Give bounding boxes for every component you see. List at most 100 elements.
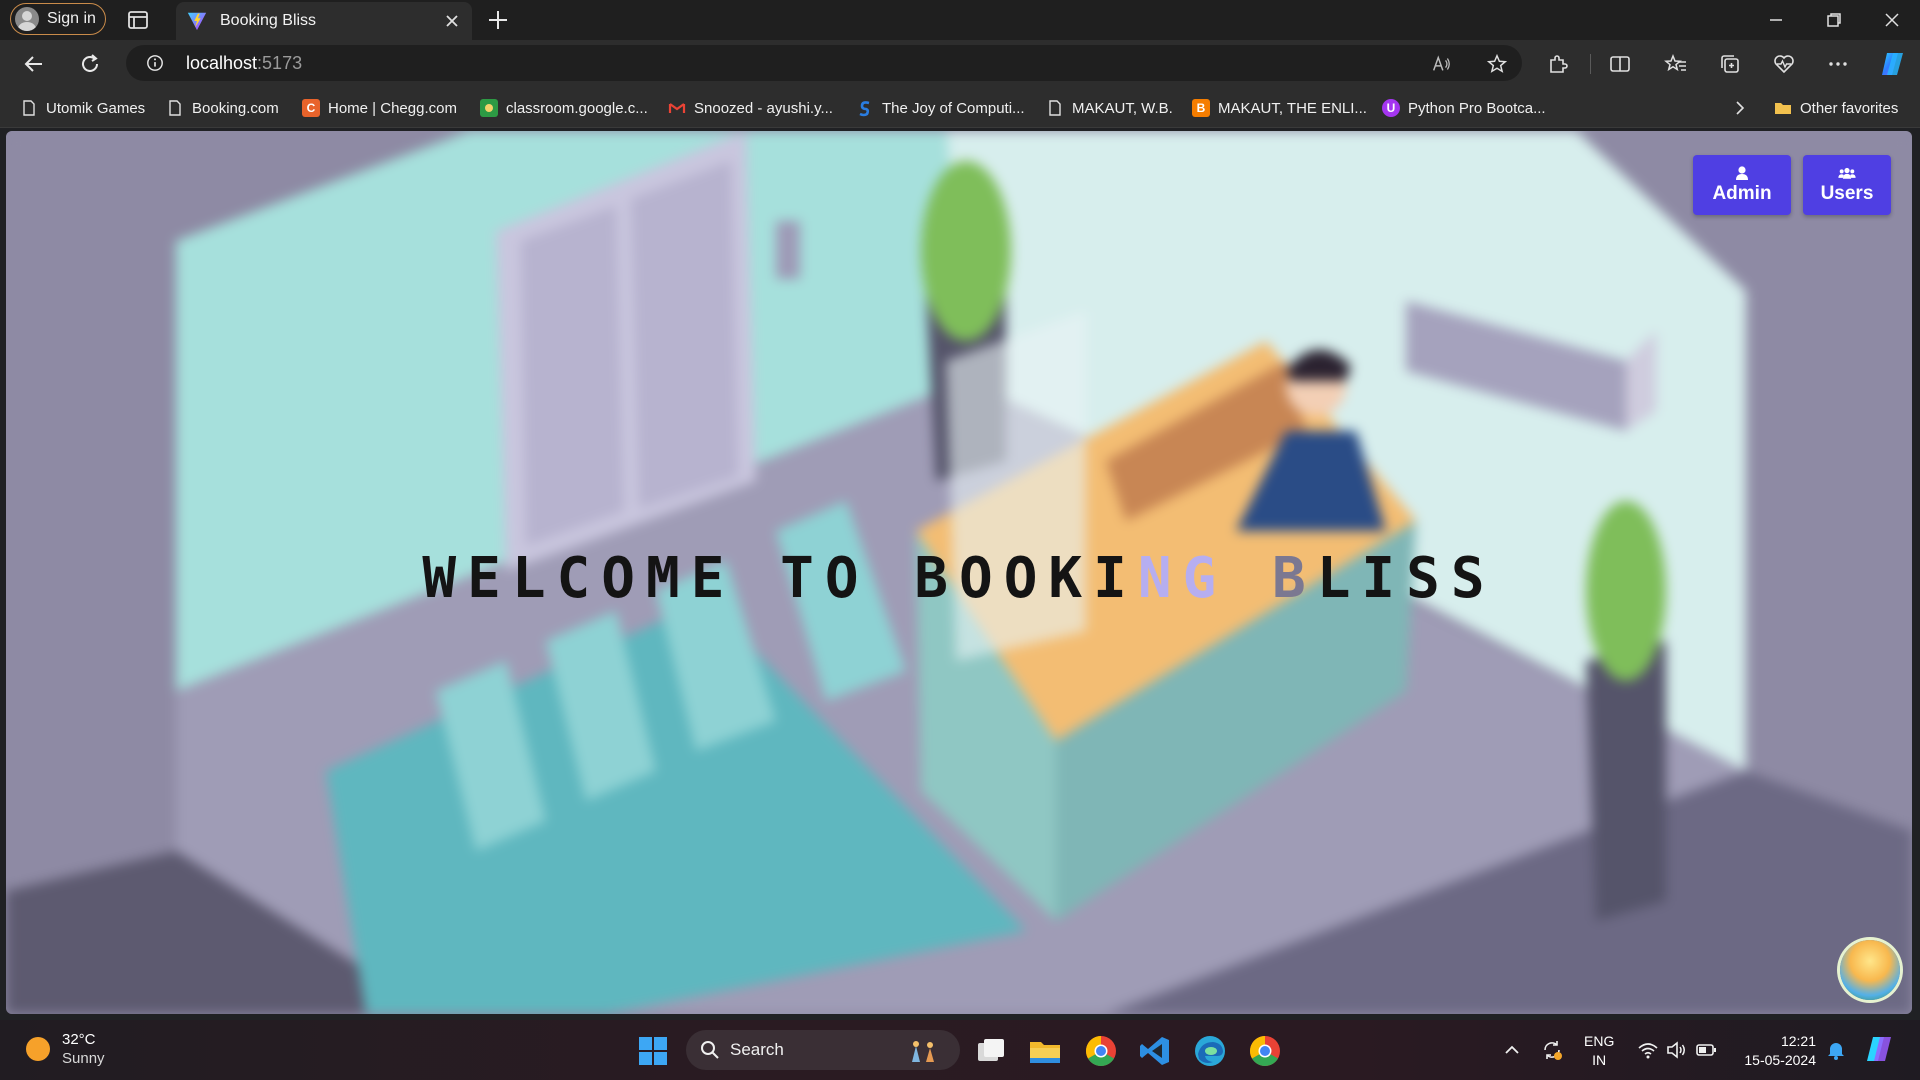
chrome-profile-icon[interactable] bbox=[1248, 1034, 1282, 1068]
navigation-bar: localhost:5173 bbox=[0, 40, 1920, 88]
users-label: Users bbox=[1820, 183, 1874, 204]
other-favorites-label: Other favorites bbox=[1800, 99, 1899, 117]
page-icon bbox=[1049, 100, 1061, 116]
tab-actions-icon[interactable] bbox=[126, 8, 150, 32]
vite-favicon-icon bbox=[187, 12, 207, 31]
bookmark-item[interactable]: U Python Pro Bootca... bbox=[1382, 96, 1546, 120]
reload-icon[interactable] bbox=[78, 52, 102, 76]
bookmarks-bar: Utomik Games Booking.com C Home | Chegg.… bbox=[0, 88, 1920, 128]
volume-icon[interactable] bbox=[1664, 1038, 1688, 1062]
read-aloud-icon[interactable] bbox=[1430, 53, 1452, 75]
tab-booking-bliss[interactable]: Booking Bliss bbox=[176, 2, 472, 40]
bookmark-item[interactable]: Booking.com bbox=[166, 96, 279, 120]
favorite-star-icon[interactable] bbox=[1486, 53, 1508, 75]
chevron-up-icon[interactable] bbox=[1500, 1038, 1524, 1062]
site-info-icon[interactable] bbox=[146, 54, 164, 72]
users-button[interactable]: Users bbox=[1803, 155, 1891, 215]
tab-title: Booking Bliss bbox=[220, 12, 317, 29]
vscode-icon[interactable] bbox=[1138, 1034, 1172, 1068]
gmail-icon bbox=[668, 103, 686, 113]
welcome-text-part2: NG bbox=[1137, 546, 1272, 611]
search-icon bbox=[701, 1041, 719, 1059]
swayam-icon bbox=[859, 101, 870, 117]
bookmark-item[interactable]: classroom.google.c... bbox=[480, 96, 648, 120]
bookmark-label: MAKAUT, W.B. bbox=[1072, 99, 1173, 117]
admin-label: Admin bbox=[1712, 183, 1772, 204]
new-tab-icon[interactable] bbox=[486, 8, 510, 32]
search-highlight-icon bbox=[912, 1041, 934, 1062]
bookmark-label: Booking.com bbox=[192, 99, 279, 117]
language-code: ENG bbox=[1584, 1033, 1615, 1049]
notification-bell-icon[interactable] bbox=[1824, 1038, 1848, 1062]
wifi-icon[interactable] bbox=[1636, 1038, 1660, 1062]
bookmark-item[interactable]: C Home | Chegg.com bbox=[302, 96, 457, 120]
folder-icon bbox=[1775, 103, 1791, 114]
bookmark-label: Utomik Games bbox=[46, 99, 146, 117]
page-icon bbox=[23, 100, 35, 116]
page-icon bbox=[169, 100, 181, 116]
back-arrow-icon[interactable] bbox=[22, 52, 46, 76]
bookmark-item[interactable]: B MAKAUT, THE ENLI... bbox=[1192, 96, 1367, 120]
file-explorer-icon[interactable] bbox=[1028, 1034, 1062, 1068]
chevron-right-icon[interactable] bbox=[1730, 98, 1750, 118]
temperature: 32°C bbox=[62, 1031, 96, 1048]
bookmark-label: The Joy of Computi... bbox=[882, 99, 1025, 117]
toolbar-divider bbox=[1590, 54, 1591, 74]
clock[interactable]: 12:21 15-05-2024 bbox=[1736, 1032, 1816, 1070]
bookmark-label: MAKAUT, THE ENLI... bbox=[1218, 99, 1367, 117]
bookmark-item[interactable]: Utomik Games bbox=[20, 96, 145, 120]
bookmark-label: Snoozed - ayushi.y... bbox=[694, 99, 833, 117]
collections-icon[interactable] bbox=[1718, 52, 1742, 76]
close-window-icon[interactable] bbox=[1880, 8, 1904, 32]
split-screen-icon[interactable] bbox=[1608, 52, 1632, 76]
other-favorites-folder[interactable]: Other favorites bbox=[1774, 96, 1898, 120]
bookmark-label: Python Pro Bootca... bbox=[1408, 99, 1546, 117]
region-code: IN bbox=[1592, 1052, 1607, 1068]
user-icon bbox=[1736, 166, 1748, 180]
url-port: :5173 bbox=[257, 53, 303, 73]
bookmark-label: classroom.google.c... bbox=[506, 99, 648, 117]
welcome-text-part1: WELCOME TO BOOKI bbox=[422, 546, 1138, 611]
minimize-icon[interactable] bbox=[1764, 8, 1788, 32]
weather-widget[interactable]: 32°C Sunny bbox=[26, 1030, 105, 1068]
profile-avatar-icon bbox=[15, 7, 39, 31]
browser-essentials-icon[interactable] bbox=[1772, 52, 1796, 76]
battery-icon[interactable] bbox=[1694, 1038, 1718, 1062]
users-group-icon bbox=[1838, 167, 1856, 179]
search-placeholder: Search bbox=[730, 1040, 784, 1059]
sign-in-label: Sign in bbox=[47, 10, 96, 27]
beach-chat-widget-icon[interactable] bbox=[1840, 940, 1900, 1000]
weather-condition: Sunny bbox=[62, 1050, 105, 1067]
edge-icon[interactable] bbox=[1193, 1034, 1227, 1068]
favorites-icon[interactable] bbox=[1664, 52, 1688, 76]
copilot-icon[interactable] bbox=[1878, 50, 1906, 78]
bookmark-item[interactable]: MAKAUT, W.B. bbox=[1046, 96, 1173, 120]
restore-icon[interactable] bbox=[1822, 8, 1846, 32]
task-view-icon[interactable] bbox=[974, 1034, 1008, 1068]
blogger-icon: B bbox=[1192, 99, 1210, 117]
more-options-icon[interactable] bbox=[1826, 52, 1850, 76]
chrome-icon[interactable] bbox=[1084, 1034, 1118, 1068]
language-indicator[interactable]: ENG IN bbox=[1584, 1032, 1614, 1070]
bookmark-item[interactable]: Snoozed - ayushi.y... bbox=[668, 96, 833, 120]
extensions-icon[interactable] bbox=[1546, 52, 1570, 76]
url-host: localhost bbox=[186, 53, 258, 73]
bookmark-item[interactable]: The Joy of Computi... bbox=[856, 96, 1025, 120]
clock-date: 15-05-2024 bbox=[1744, 1052, 1816, 1068]
copilot-taskbar-icon[interactable] bbox=[1864, 1034, 1894, 1064]
sign-in-button[interactable]: Sign in bbox=[10, 3, 106, 35]
taskbar: 32°C Sunny Search ENG IN 12:21 15-05-202… bbox=[0, 1020, 1920, 1080]
admin-button[interactable]: Admin bbox=[1693, 155, 1791, 215]
chegg-icon: C bbox=[302, 99, 320, 117]
sun-icon bbox=[26, 1037, 50, 1061]
bookmark-label: Home | Chegg.com bbox=[328, 99, 457, 117]
welcome-text-part3: B bbox=[1272, 546, 1317, 611]
taskbar-search[interactable]: Search bbox=[686, 1030, 960, 1070]
sync-icon[interactable] bbox=[1540, 1038, 1564, 1062]
page-viewport: WELCOME TO BOOKING BLISS Admin Users bbox=[6, 131, 1912, 1014]
close-tab-icon[interactable] bbox=[442, 11, 462, 31]
url-text[interactable]: localhost:5173 bbox=[186, 53, 302, 74]
address-bar[interactable]: localhost:5173 bbox=[126, 45, 1522, 81]
windows-start-icon[interactable] bbox=[638, 1036, 668, 1066]
udemy-icon: U bbox=[1382, 99, 1400, 117]
